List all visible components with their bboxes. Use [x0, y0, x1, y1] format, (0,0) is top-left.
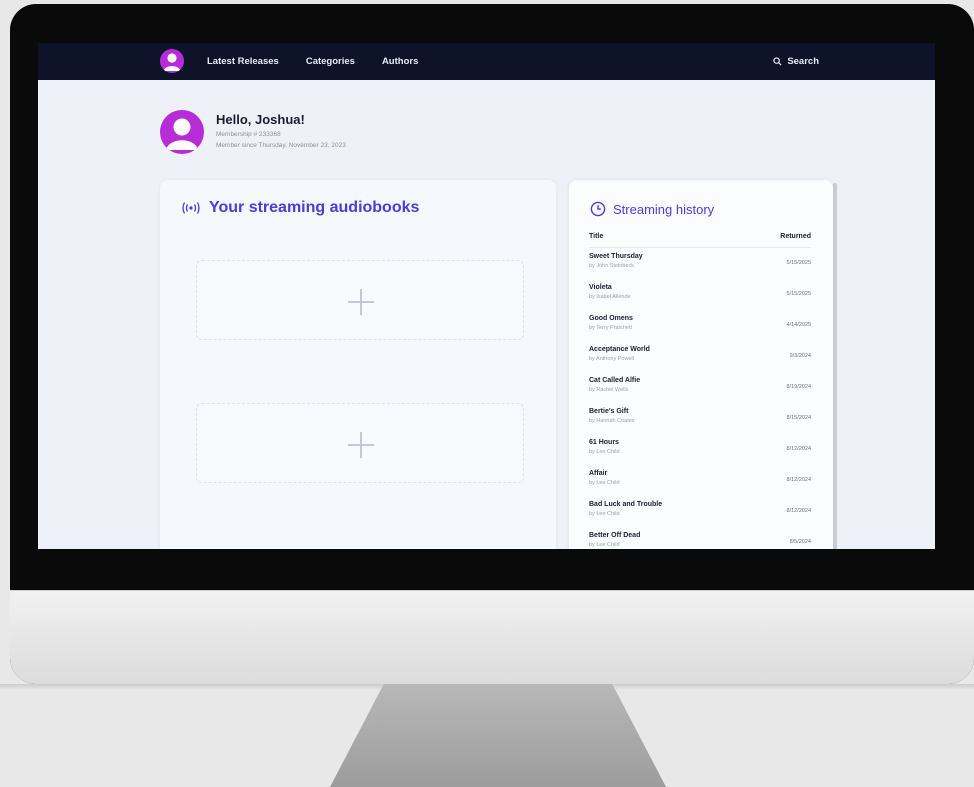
history-row[interactable]: Good Omens by Terry Pratchett 4/14/2025 [589, 315, 811, 346]
book-author: by Isabel Allende [589, 294, 631, 300]
book-title: Better Off Dead [589, 532, 641, 539]
history-table-header: Title Returned [589, 233, 811, 248]
history-row[interactable]: Bad Luck and Trouble by Lee Child 8/12/202… [589, 501, 811, 532]
book-title: Affair [589, 470, 608, 477]
nav-links: Latest Releases Categories Authors [207, 43, 418, 80]
book-author: by Lee Child [589, 480, 620, 486]
profile-header: Hello, Joshua! Membership # 233368 Membe… [160, 110, 346, 154]
member-since: Member since Thursday, November 23, 2023 [216, 142, 346, 149]
monitor-stand [330, 684, 666, 787]
book-title: Good Omens [589, 315, 633, 322]
profile-avatar-icon [160, 110, 204, 154]
nav-authors[interactable]: Authors [382, 56, 418, 67]
book-title: 61 Hours [589, 439, 619, 446]
history-row[interactable]: Violeta by Isabel Allende 5/15/2025 [589, 284, 811, 315]
book-title: Acceptance World [589, 346, 650, 353]
returned-date: 8/15/2024 [786, 415, 811, 421]
history-row[interactable]: Better Off Dead by Lee Child 8/5/2024 [589, 532, 811, 549]
history-scrollbar[interactable] [833, 183, 837, 549]
history-title: Streaming history [613, 201, 715, 217]
history-list: Sweet Thursday by John Steinbeck 5/15/2025… [589, 253, 811, 549]
book-author: by John Steinbeck [589, 263, 634, 269]
search-icon [773, 57, 782, 66]
streaming-title: Your streaming audiobooks [209, 199, 420, 216]
search-button[interactable]: Search [773, 43, 819, 80]
returned-date: 5/15/2025 [786, 291, 811, 297]
book-author: by Lee Child [589, 449, 620, 455]
book-title: Violeta [589, 284, 612, 291]
book-author: by Lee Child [589, 511, 620, 517]
returned-date: 8/12/2024 [786, 477, 811, 483]
returned-date: 8/12/2024 [786, 508, 811, 514]
add-audiobook-slot-2[interactable] [196, 403, 524, 483]
returned-date: 9/3/2024 [789, 353, 811, 359]
streaming-broadcast-icon [182, 202, 200, 214]
clock-icon [590, 201, 606, 217]
search-label: Search [787, 56, 819, 67]
history-row[interactable]: Cat Called Alfie by Rachel Wells 8/19/2024 [589, 377, 811, 408]
book-title: Cat Called Alfie [589, 377, 641, 384]
book-author: by Rachel Wells [589, 387, 629, 393]
history-row[interactable]: Sweet Thursday by John Steinbeck 5/15/2025 [589, 253, 811, 284]
col-returned: Returned [780, 233, 811, 240]
returned-date: 8/19/2024 [786, 384, 811, 390]
book-title: Bertie's Gift [589, 408, 629, 415]
book-title: Bad Luck and Trouble [589, 501, 663, 508]
book-title: Sweet Thursday [589, 253, 643, 260]
history-row[interactable]: Affair by Lee Child 8/12/2024 [589, 470, 811, 501]
returned-date: 4/14/2025 [786, 322, 811, 328]
top-navbar: Latest Releases Categories Authors Searc… [38, 43, 935, 80]
returned-date: 5/15/2025 [786, 260, 811, 266]
user-avatar-icon[interactable] [160, 49, 184, 73]
book-author: by Terry Pratchett [589, 325, 632, 331]
streaming-history-panel: Streaming history Title Returned Sweet T… [569, 180, 833, 549]
book-author: by Hannah Coates [589, 418, 635, 424]
membership-number: Membership # 233368 [216, 131, 281, 138]
add-audiobook-slot-1[interactable] [196, 260, 524, 340]
monitor-chin [10, 590, 974, 684]
history-row[interactable]: Acceptance World by Anthony Powell 9/3/202… [589, 346, 811, 377]
history-row[interactable]: 61 Hours by Lee Child 8/12/2024 [589, 439, 811, 470]
returned-date: 8/12/2024 [786, 446, 811, 452]
book-author: by Lee Child [589, 542, 620, 548]
screen: Latest Releases Categories Authors Searc… [38, 43, 935, 549]
book-author: by Anthony Powell [589, 356, 634, 362]
nav-categories[interactable]: Categories [306, 56, 355, 67]
returned-date: 8/5/2024 [789, 539, 811, 545]
history-row[interactable]: Bertie's Gift by Hannah Coates 8/15/2024 [589, 408, 811, 439]
nav-latest-releases[interactable]: Latest Releases [207, 56, 279, 67]
greeting: Hello, Joshua! [216, 112, 305, 127]
streaming-audiobooks-panel: Your streaming audiobooks [160, 180, 556, 549]
col-title: Title [589, 233, 604, 240]
